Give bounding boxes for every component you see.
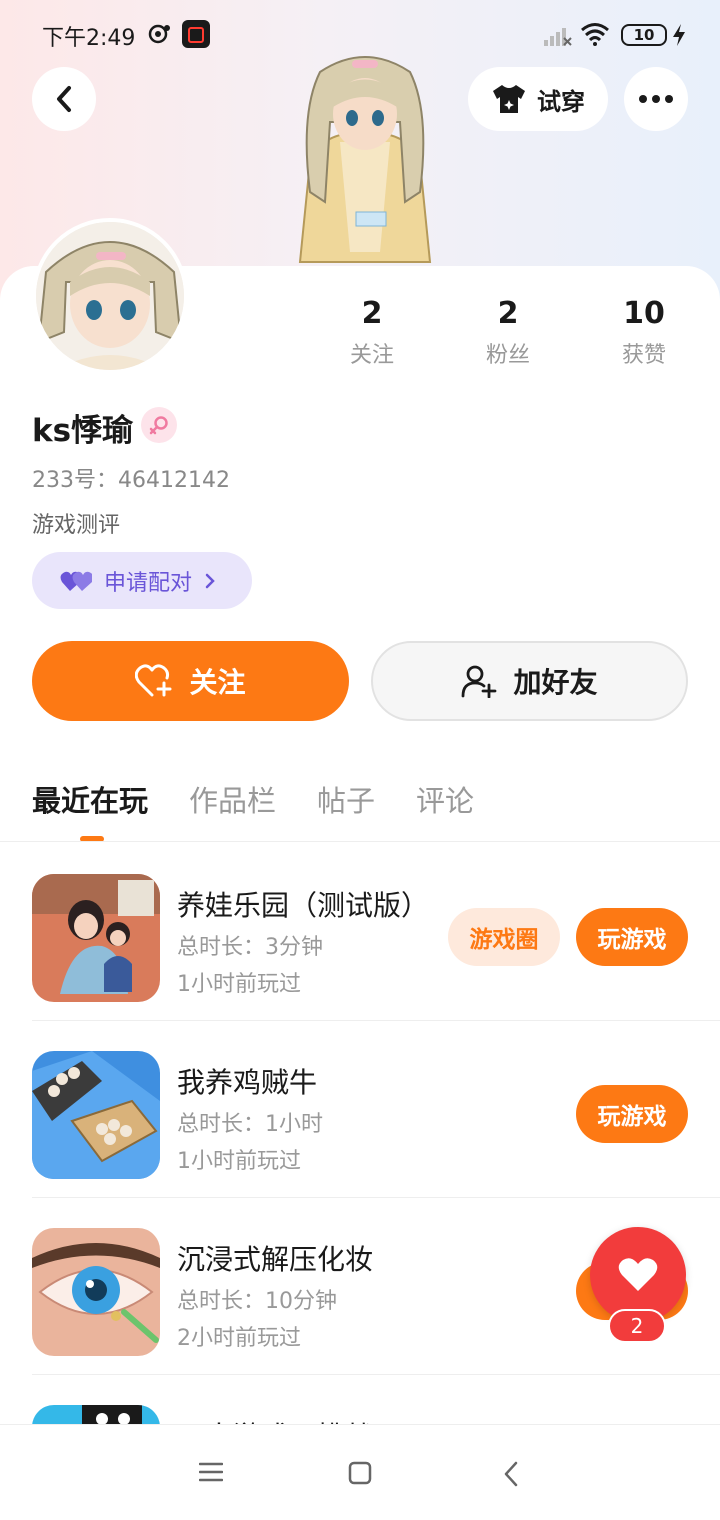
try-on-button[interactable]: 试穿	[468, 67, 608, 131]
chevron-right-icon	[205, 573, 215, 588]
tshirt-icon	[493, 85, 525, 113]
avatar[interactable]	[32, 218, 188, 374]
play-game-button[interactable]: 玩游戏	[576, 908, 688, 966]
system-navigation-bar	[0, 1424, 720, 1520]
stat-following[interactable]: 2 关注	[322, 296, 422, 369]
heart-plus-icon	[135, 664, 172, 697]
game-duration: 总时长：1小时	[177, 1112, 323, 1137]
following-label: 关注	[349, 343, 394, 368]
like-count-badge: 2	[608, 1309, 666, 1343]
user-bio: 游戏测评	[32, 513, 121, 538]
game-list-item[interactable]: 养娃乐园（测试版） 总时长：3分钟 1小时前玩过 游戏圈 玩游戏	[32, 844, 720, 1021]
chevron-left-icon	[57, 86, 71, 112]
tab-recent-playing[interactable]: 最近在玩	[32, 778, 148, 820]
game-last-played: 1小时前玩过	[177, 1149, 301, 1174]
fans-label: 粉丝	[485, 343, 530, 368]
stat-fans[interactable]: 2 粉丝	[458, 296, 558, 369]
game-title[interactable]: 养娃乐园（测试版）	[177, 884, 429, 924]
content-tabs: 最近在玩 作品栏 帖子 评论	[32, 778, 515, 820]
back-button[interactable]	[32, 67, 96, 131]
add-user-icon	[462, 665, 497, 698]
avatar-portrait	[36, 222, 184, 370]
follow-label: 关注	[189, 666, 246, 699]
status-bar: 下午2:49 10	[0, 0, 720, 70]
charging-icon	[673, 24, 685, 46]
female-icon	[141, 407, 177, 443]
game-title[interactable]: 沉浸式解压化妆	[177, 1238, 373, 1278]
game-list-item[interactable]: 双人游戏：挑战	[32, 1375, 720, 1425]
game-circle-button[interactable]: 游戏圈	[448, 908, 560, 966]
stat-likes[interactable]: 10 获赞	[594, 296, 694, 369]
tab-works[interactable]: 作品栏	[189, 778, 276, 820]
game-icon-chicken[interactable]	[32, 1051, 160, 1179]
tab-divider	[0, 841, 720, 842]
try-on-label: 试穿	[537, 87, 585, 116]
follow-button[interactable]: 关注	[32, 641, 349, 721]
username: ks悸瑜	[32, 413, 134, 449]
likes-count: 10	[623, 296, 665, 331]
signal-icon	[544, 28, 572, 46]
tab-posts[interactable]: 帖子	[317, 778, 375, 820]
game-icon-makeup[interactable]	[32, 1228, 160, 1356]
add-friend-button[interactable]: 加好友	[371, 641, 688, 721]
game-title[interactable]: 我养鸡贼牛	[177, 1061, 317, 1101]
avatar-3d-figure	[298, 56, 432, 263]
tab-comments[interactable]: 评论	[416, 778, 474, 820]
wifi-icon	[581, 23, 609, 46]
menu-icon[interactable]	[199, 1461, 223, 1483]
back-nav-icon[interactable]	[503, 1461, 519, 1487]
battery-indicator: 10	[621, 24, 667, 46]
fans-count: 2	[497, 296, 519, 331]
user-id: 233号：46412142	[32, 468, 230, 493]
double-heart-icon	[60, 571, 92, 591]
game-last-played: 2小时前玩过	[177, 1326, 301, 1351]
apply-pair-label: 申请配对	[104, 570, 193, 596]
game-last-played: 1小时前玩过	[177, 972, 301, 997]
more-dots-icon	[639, 95, 673, 103]
status-time: 下午2:49	[42, 26, 136, 51]
apply-pair-button[interactable]: 申请配对	[32, 552, 252, 609]
game-list-item[interactable]: 我养鸡贼牛 总时长：1小时 1小时前玩过 玩游戏	[32, 1021, 720, 1198]
add-friend-label: 加好友	[513, 666, 598, 699]
likes-label: 获赞	[621, 343, 666, 368]
game-duration: 总时长：3分钟	[177, 935, 323, 960]
more-options-button[interactable]	[624, 67, 688, 131]
notification-icon	[148, 24, 170, 44]
game-duration: 总时长：10分钟	[177, 1289, 337, 1314]
screen-record-icon	[182, 20, 210, 48]
following-count: 2	[361, 296, 383, 331]
home-icon[interactable]	[348, 1461, 372, 1485]
play-game-button[interactable]: 玩游戏	[576, 1085, 688, 1143]
heart-icon	[618, 1258, 658, 1291]
game-icon-baby-park[interactable]	[32, 874, 160, 1002]
game-icon-two-player[interactable]	[32, 1405, 160, 1425]
